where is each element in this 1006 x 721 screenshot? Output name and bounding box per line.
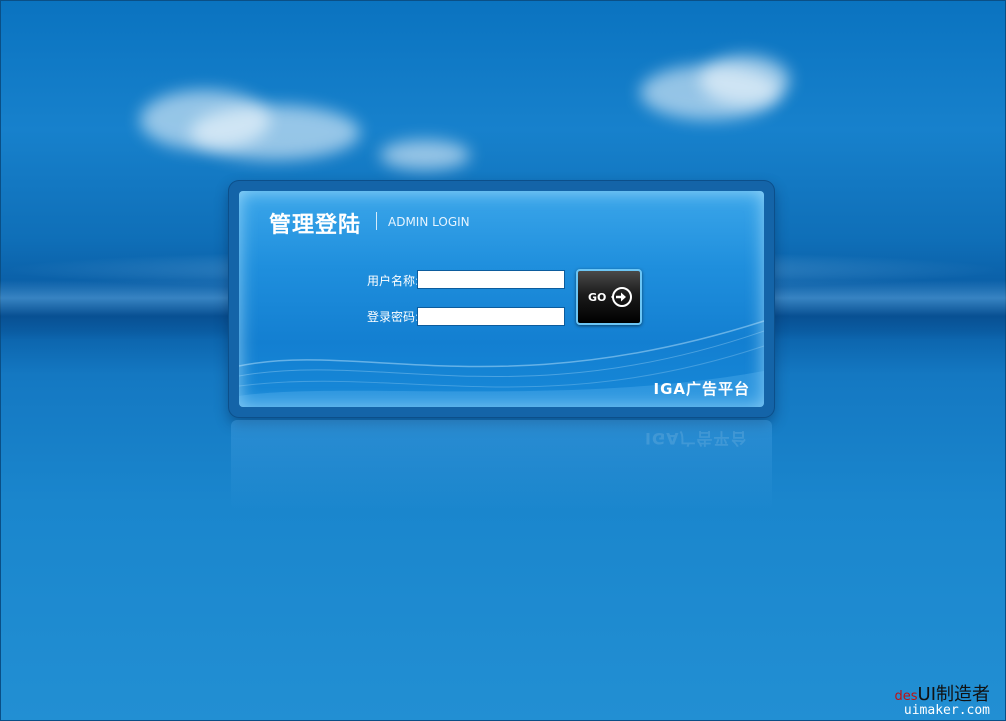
cloud [700,55,790,105]
page-subtitle: ADMIN LOGIN [388,215,470,229]
username-input[interactable] [417,270,565,289]
go-button-label: GO [588,291,607,304]
login-panel-inner: 管理登陆 ADMIN LOGIN 用户名称: 登录密码: GO IGA广告平台 [239,191,764,407]
watermark-url: uimaker.com [903,703,990,718]
cloud [190,105,360,160]
cloud [380,140,470,170]
watermark: desUI制造者 uimaker.com [894,684,990,718]
watermark-prefix: des [894,689,918,704]
password-input[interactable] [417,307,565,326]
page-title: 管理登陆 [269,213,362,238]
username-label: 用户名称: [366,274,419,288]
login-panel: 管理登陆 ADMIN LOGIN 用户名称: 登录密码: GO IGA广告平台 [229,181,774,417]
watermark-main: UI制造者 [917,684,990,705]
brand-reflection: IGA广告平台 [645,429,748,448]
brand-label: IGA广告平台 [653,380,750,398]
password-label: 登录密码: [366,310,419,324]
title-divider [376,212,377,230]
go-button[interactable]: GO [576,269,642,325]
arrow-circle-right-icon [611,287,632,307]
panel-reflection: IGA广告平台 [231,420,772,510]
